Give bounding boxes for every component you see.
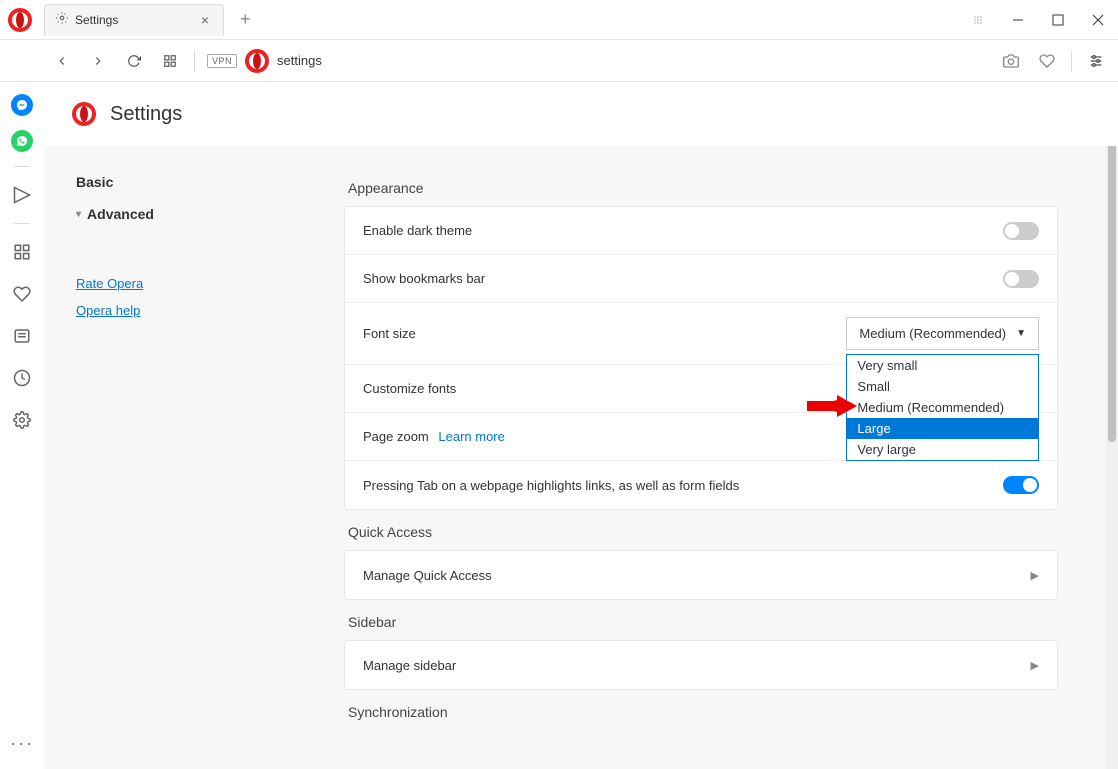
speed-dial-icon[interactable]: [8, 238, 36, 266]
browser-tab[interactable]: Settings ×: [44, 4, 224, 36]
tiles-icon[interactable]: [154, 45, 186, 77]
learn-more-link[interactable]: Learn more: [438, 429, 504, 444]
maximize-button[interactable]: [1038, 0, 1078, 40]
history-icon[interactable]: [8, 364, 36, 392]
row-label: Manage sidebar: [363, 658, 456, 673]
row-font-size: Font size Medium (Recommended) ▼ Very sm…: [345, 303, 1057, 365]
whatsapp-icon[interactable]: [11, 130, 33, 152]
snapshot-icon[interactable]: [995, 45, 1027, 77]
bookmarks-icon[interactable]: [8, 280, 36, 308]
opera-icon: [72, 102, 96, 126]
opera-icon: [245, 49, 269, 73]
appearance-card: Enable dark theme Show bookmarks bar Fon…: [344, 206, 1058, 510]
settings-sidenav: Basic ▾ Advanced Rate Opera Opera help: [44, 82, 284, 769]
annotation-arrow: [807, 395, 857, 417]
tab-title: Settings: [75, 13, 197, 27]
select-value: Medium (Recommended): [859, 326, 1006, 341]
font-size-dropdown: Very smallSmallMedium (Recommended)Large…: [846, 354, 1039, 461]
quick-access-card: Manage Quick Access ▶: [344, 550, 1058, 600]
close-button[interactable]: [1078, 0, 1118, 40]
bookmarks-bar-toggle[interactable]: [1003, 270, 1039, 288]
separator: [1071, 50, 1072, 72]
settings-icon[interactable]: [8, 406, 36, 434]
row-tab-highlight: Pressing Tab on a webpage highlights lin…: [345, 461, 1057, 509]
window-controls: [958, 0, 1118, 40]
caret-down-icon: ▾: [76, 209, 81, 220]
chevron-right-icon: ▶: [1031, 659, 1039, 672]
row-dark-theme: Enable dark theme: [345, 207, 1057, 255]
settings-content: Settings Basic ▾ Advanced Rate Opera Ope…: [44, 82, 1118, 769]
dropdown-option[interactable]: Large: [847, 418, 1038, 439]
opera-help-link[interactable]: Opera help: [64, 297, 264, 324]
scrollbar[interactable]: [1106, 82, 1118, 769]
separator: [194, 50, 195, 72]
messenger-icon[interactable]: [11, 94, 33, 116]
font-size-select[interactable]: Medium (Recommended) ▼ Very smallSmallMe…: [846, 317, 1039, 350]
new-tab-button[interactable]: +: [232, 5, 259, 34]
back-button[interactable]: [46, 45, 78, 77]
dropdown-option[interactable]: Small: [847, 376, 1038, 397]
row-label: Font size: [363, 326, 416, 341]
chevron-right-icon: ▶: [1031, 569, 1039, 582]
vpn-badge[interactable]: VPN: [207, 54, 237, 68]
row-label: Pressing Tab on a webpage highlights lin…: [363, 478, 739, 493]
address-text: settings: [277, 53, 322, 68]
minimize-button[interactable]: [998, 0, 1038, 40]
send-icon[interactable]: [8, 181, 36, 209]
settings-main: Appearance Enable dark theme Show bookma…: [284, 82, 1118, 769]
easy-setup-icon[interactable]: [1080, 45, 1112, 77]
speed-dial-icon[interactable]: [958, 0, 998, 40]
toolbar: VPN settings: [0, 40, 1118, 82]
close-icon[interactable]: ×: [197, 12, 213, 28]
opera-logo[interactable]: [0, 8, 40, 32]
divider: [14, 166, 30, 167]
row-manage-sidebar[interactable]: Manage sidebar ▶: [345, 641, 1057, 689]
section-title-sync: Synchronization: [348, 704, 1058, 720]
dark-theme-toggle[interactable]: [1003, 222, 1039, 240]
scrollbar-thumb[interactable]: [1108, 142, 1116, 442]
address-bar[interactable]: VPN settings: [203, 49, 991, 73]
rate-opera-link[interactable]: Rate Opera: [64, 270, 264, 297]
sidebar-card: Manage sidebar ▶: [344, 640, 1058, 690]
app-sidebar: ···: [0, 82, 44, 769]
reload-button[interactable]: [118, 45, 150, 77]
sidenav-label: Advanced: [87, 206, 154, 222]
row-manage-quick-access[interactable]: Manage Quick Access ▶: [345, 551, 1057, 599]
news-icon[interactable]: [8, 322, 36, 350]
titlebar: Settings × +: [0, 0, 1118, 40]
dropdown-option[interactable]: Very large: [847, 439, 1038, 460]
page-title: Settings: [110, 103, 182, 126]
sidenav-item-basic[interactable]: Basic: [64, 166, 264, 198]
heart-icon[interactable]: [1031, 45, 1063, 77]
dropdown-option[interactable]: Medium (Recommended): [847, 397, 1038, 418]
row-label: Customize fonts: [363, 381, 456, 396]
row-label: Enable dark theme: [363, 223, 472, 238]
settings-header: Settings: [44, 82, 1118, 146]
gear-icon: [55, 11, 69, 30]
row-label: Page zoom Learn more: [363, 429, 505, 444]
section-title-sidebar: Sidebar: [348, 614, 1058, 630]
section-title-quick-access: Quick Access: [348, 524, 1058, 540]
row-label: Show bookmarks bar: [363, 271, 485, 286]
dropdown-option[interactable]: Very small: [847, 355, 1038, 376]
more-icon[interactable]: ···: [8, 729, 36, 757]
row-label: Manage Quick Access: [363, 568, 492, 583]
chevron-down-icon: ▼: [1016, 328, 1026, 339]
sidenav-label: Basic: [76, 174, 113, 190]
tab-highlight-toggle[interactable]: [1003, 476, 1039, 494]
row-bookmarks-bar: Show bookmarks bar: [345, 255, 1057, 303]
forward-button[interactable]: [82, 45, 114, 77]
divider: [14, 223, 30, 224]
section-title-appearance: Appearance: [348, 180, 1058, 196]
sidenav-item-advanced[interactable]: ▾ Advanced: [64, 198, 264, 230]
